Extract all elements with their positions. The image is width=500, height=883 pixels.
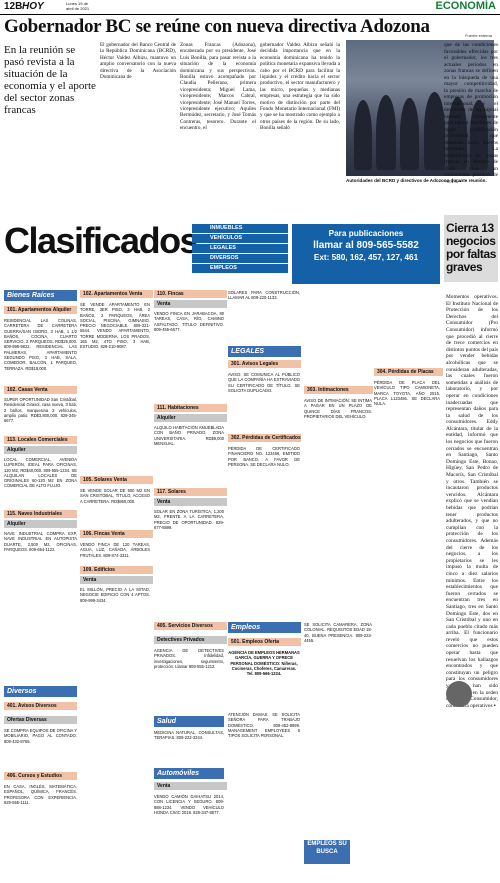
listing-fincas: VENDO FINCA DE 120 TAREAS, AGUA, LUZ, CA… [80, 542, 150, 558]
cat-naves-alquiler: Alquiler [4, 520, 77, 528]
cat-fincas: 110. Fincas [154, 290, 227, 298]
cat-habitaciones: 111. Habitaciones [154, 404, 227, 412]
article-column-3: gobernador Valdez Albizu señaló la decid… [260, 42, 340, 132]
article-headline: Gobernador BC se reúne con nueva directi… [4, 16, 430, 37]
listing-locales: LOCAL COMERCIAL, AVENIDA LUPERÓN, IDEAL … [4, 457, 77, 489]
cat-cursos-estudios: 406. Cursos y Estudios [4, 772, 77, 780]
cat-casas-venta: 102. Casas Venta [4, 386, 77, 394]
legales-label: LEGALES [231, 348, 265, 355]
cat-locales-alquiler: Alquiler [4, 446, 77, 454]
page-number: 12B [4, 1, 23, 12]
listing-intimaciones: AVISO DE INTIMACIÓN: SE INTIMA A PAGAR E… [304, 398, 372, 419]
cat-solares-venta-2: Venta [154, 498, 227, 506]
listing-detectives: AGENCIA DE DETECTIVES PRIVADOS. Infideli… [154, 648, 224, 669]
cat-ofertas-diversas: Ofertas Diversas [4, 716, 77, 724]
empleos-box: EMPLEOS SU BUSCA [304, 840, 350, 864]
listing-ofertas: SE COMPRA EQUIPOS DE OFICINA Y MOBILIARI… [4, 728, 77, 744]
listing-avisos-legales: AVISO: SE COMUNICA AL PÚBLICO QUE LA COM… [228, 372, 300, 393]
listing-perdidas-certificados: PÉRDIDA DE CERTIFICADO FINANCIERO NO. 12… [228, 446, 300, 467]
section-salud: Salud [154, 716, 224, 727]
photo-credit: Fuente externa [465, 33, 492, 38]
cat-fincas-venta-2: Venta [154, 300, 227, 308]
nav-legales[interactable]: LEGALES [192, 244, 288, 253]
listing-edificios: EL MILLÓN, PRECIO A LA MITAD, NEGOCIE ED… [80, 587, 150, 603]
sidebar-title: Cierra 13 negocios por faltas graves [446, 221, 497, 274]
cat-empleos-oferta: 501. Empleos Oferta [228, 638, 301, 646]
cat-habitaciones-alquiler: Alquiler [154, 414, 227, 422]
section-automoviles: Automóviles [154, 768, 224, 779]
classifieds-title: Clasificados [4, 220, 200, 261]
ad-line-3: Ext: 580, 162, 457, 127, 461 [313, 253, 419, 262]
section-bienes-raices: Bienes Raíces [4, 290, 77, 301]
listing-naves: NAVE INDUSTRIAL COMPRA EXP, NAVE INDUSTR… [4, 531, 77, 552]
article-lead: En la reunión se pasó revista a la situa… [4, 44, 96, 116]
section-name: ECONOMÍA [435, 0, 497, 12]
article-column-4: que de las condiciones favorables ofreci… [444, 42, 498, 185]
cat-locales-comerciales: 113. Locales Comerciales [4, 436, 77, 444]
listing-apartamentos-alquiler: RESIDENCIAL LAS COLINAS, CARRETERA DE CA… [4, 318, 77, 371]
agency-ad: AGENCIA DE EMPLEOS HERMANAS GARCÍA, GUER… [228, 650, 300, 677]
classifieds-nav: INMUEBLES VEHÍCULOS LEGALES DIVERSOS EMP… [192, 224, 288, 274]
listing-empleos-2: SE SOLICITA CAMARERA, ZONA COLONIAL. REQ… [304, 622, 372, 643]
listing-solares-2: SOLAR EN ZONA TURÍSTICA, 1,200 M2, FRENT… [154, 509, 224, 530]
newspaper-brand: HOY [22, 1, 44, 12]
cat-avisos-diversos: 401. Avisos Diversos [4, 702, 77, 710]
listing-perdidas-placas: PÉRDIDA DE PLACA DEL VEHÍCULO TIPO CAMIO… [374, 380, 440, 407]
cat-solares-venta: 105. Solares Venta [80, 476, 153, 484]
cat-solares: 117. Solares [154, 488, 227, 496]
cat-apartamentos-alquiler: 101. Apartamentos Alquiler [4, 306, 77, 314]
article-column-1: El gobernador del Banco Central de la Re… [100, 42, 176, 81]
cat-edificios: 109. Edificios [80, 566, 153, 574]
cat-automoviles-venta: Venta [154, 782, 227, 790]
sidebar-photo [446, 681, 472, 707]
listing-solares-3: SOLARES PARA CONSTRUCCIÓN, LLAMAR AL 809… [228, 290, 300, 301]
section-empleos: Empleos [228, 622, 301, 633]
cat-perdidas-certificados: 302. Pérdidas de Certificados [228, 434, 301, 442]
listing-empleos: ATENCIÓN DAMAS: SE SOLICITA SEÑORA PARA … [228, 712, 300, 739]
listing-salud: MEDICINA NATURAL, CONSULTAS, TERAPIAS. 8… [154, 730, 224, 741]
ad-line-2: llamar al 809-565-5582 [313, 240, 419, 251]
listing-cursos: EN CASA, INGLÉS, MATEMÁTICA, ESPAÑOL, QU… [4, 784, 77, 805]
nav-empleos[interactable]: EMPLEOS [192, 264, 288, 273]
listing-casas-venta: SUPER OPORTUNIDAD San Cristóbal, Residen… [4, 397, 77, 424]
nav-vehiculos[interactable]: VEHÍCULOS [192, 234, 288, 243]
cat-perdidas-placas: 304. Pérdidas de Placas [374, 368, 443, 376]
listing-automoviles: VENDO CAMIÓN DAIHATSU 2014, CON LICENCIA… [154, 794, 224, 815]
listing-fincas-2: VENDO FINCA EN JARABACOA, 80 TAREAS, CAS… [154, 311, 224, 332]
cat-fincas-venta: 106. Fincas Venta [80, 530, 153, 538]
sidebar-body: Momentos operativos. El Instituto Nacion… [446, 294, 498, 709]
page-header: 12B HOY Lunes 19 de abril de 2021 ECONOM… [0, 0, 500, 15]
article-column-2: Zonas Francas (Adozona), encabezada por … [180, 42, 256, 132]
cat-apartamentos-venta: 102. Apartamentos Venta [80, 290, 153, 298]
publication-date: Lunes 19 de abril de 2021 [66, 1, 90, 11]
cat-servicios-diversos: 405. Servicios Diversos [154, 622, 227, 630]
cat-avisos-legales: 301. Avisos Legales [228, 360, 301, 368]
nav-diversos[interactable]: DIVERSOS [192, 254, 288, 263]
section-diversos: Diversos [4, 686, 77, 697]
cat-edificios-venta: Venta [80, 576, 153, 584]
cat-detectives: Detectives Privados [154, 636, 227, 644]
cat-naves-industriales: 115. Naves Industriales [4, 510, 77, 518]
phone-ad: Para publicaciones llamar al 809-565-558… [292, 224, 440, 284]
listing-apartamentos-venta: SE VENDE APARTAMENTO EN TORRE, 3ER PISO,… [80, 302, 150, 350]
ad-line-1: Para publicaciones [328, 229, 404, 238]
nav-inmuebles[interactable]: INMUEBLES [192, 224, 288, 233]
listing-solares: SE VENDE SOLAR DE 600 M2 EN SAN CRISTÓBA… [80, 488, 150, 504]
section-legales: LEGALES [228, 346, 301, 357]
listing-habitaciones: ALQUILO HABITACIÓN AMUEBLADA CON BAÑO PR… [154, 425, 224, 446]
cat-intimaciones: 303. Intimaciones [304, 386, 373, 394]
